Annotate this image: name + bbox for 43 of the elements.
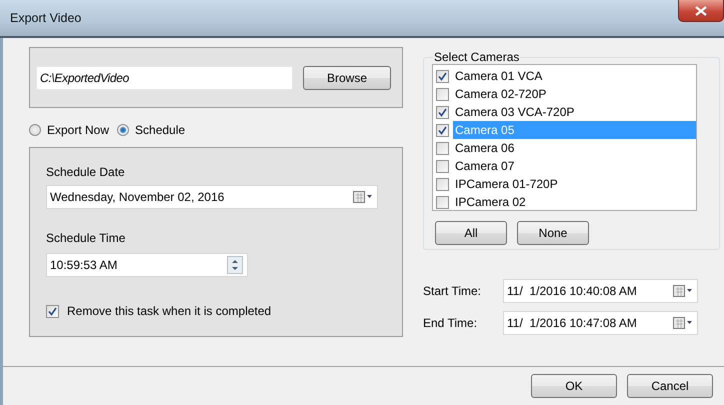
field-label: Schedule Date xyxy=(46,165,126,179)
calendar-dropdown-icon[interactable] xyxy=(673,285,693,297)
camera-item[interactable]: Camera 02-720P xyxy=(453,85,548,103)
checkbox[interactable] xyxy=(436,196,449,208)
camera-item[interactable]: Camera 03 VCA-720P xyxy=(453,103,576,121)
camera-item[interactable]: Camera 07 xyxy=(453,157,516,175)
datetime-picker[interactable]: 11/ 1/2016 10:40:08 AM xyxy=(503,279,698,303)
radio-button[interactable] xyxy=(29,124,41,136)
camera-item[interactable]: IPCamera 02 xyxy=(453,193,528,211)
time-field[interactable]: 10:59:53 AM xyxy=(46,253,248,277)
field-label: Start Time: xyxy=(423,284,482,298)
close-button[interactable] xyxy=(678,0,724,22)
calendar-dropdown-icon[interactable] xyxy=(673,317,693,329)
checkbox[interactable] xyxy=(436,160,449,172)
camera-item[interactable]: Camera 01 VCA xyxy=(453,67,544,85)
date-picker[interactable]: Wednesday, November 02, 2016 xyxy=(46,185,378,209)
spinner-icon[interactable] xyxy=(227,256,243,274)
browse-button[interactable]: Browse xyxy=(303,66,391,90)
radio-label[interactable]: Schedule xyxy=(135,123,186,137)
select-button[interactable]: None xyxy=(517,221,589,245)
radio-label[interactable]: Export Now xyxy=(47,123,110,137)
checkbox[interactable] xyxy=(436,70,449,82)
checkbox[interactable] xyxy=(436,142,449,154)
checkbox[interactable] xyxy=(436,178,449,190)
checkbox[interactable] xyxy=(436,88,449,100)
window-title: Export Video xyxy=(10,11,82,25)
calendar-dropdown-icon[interactable] xyxy=(353,191,373,203)
dialog-button[interactable]: Cancel xyxy=(627,374,713,398)
radio-button[interactable] xyxy=(117,124,130,136)
dialog-button[interactable]: OK xyxy=(531,374,617,398)
checkbox[interactable] xyxy=(436,124,449,136)
camera-item[interactable]: IPCamera 01-720P xyxy=(453,175,560,193)
path-field[interactable]: C:\ExportedVideo xyxy=(36,66,293,90)
datetime-picker[interactable]: 11/ 1/2016 10:47:08 AM xyxy=(503,311,698,335)
checkbox[interactable] xyxy=(46,304,59,318)
checkbox-label[interactable]: Remove this task when it is completed xyxy=(67,304,272,318)
field-label: End Time: xyxy=(423,316,478,330)
field-label: Schedule Time xyxy=(46,231,126,245)
select-button[interactable]: All xyxy=(435,221,507,245)
camera-item[interactable]: Camera 06 xyxy=(453,139,516,157)
checkbox[interactable] xyxy=(436,106,449,118)
close-icon xyxy=(695,6,707,16)
panel-title: Select Cameras xyxy=(433,50,520,64)
